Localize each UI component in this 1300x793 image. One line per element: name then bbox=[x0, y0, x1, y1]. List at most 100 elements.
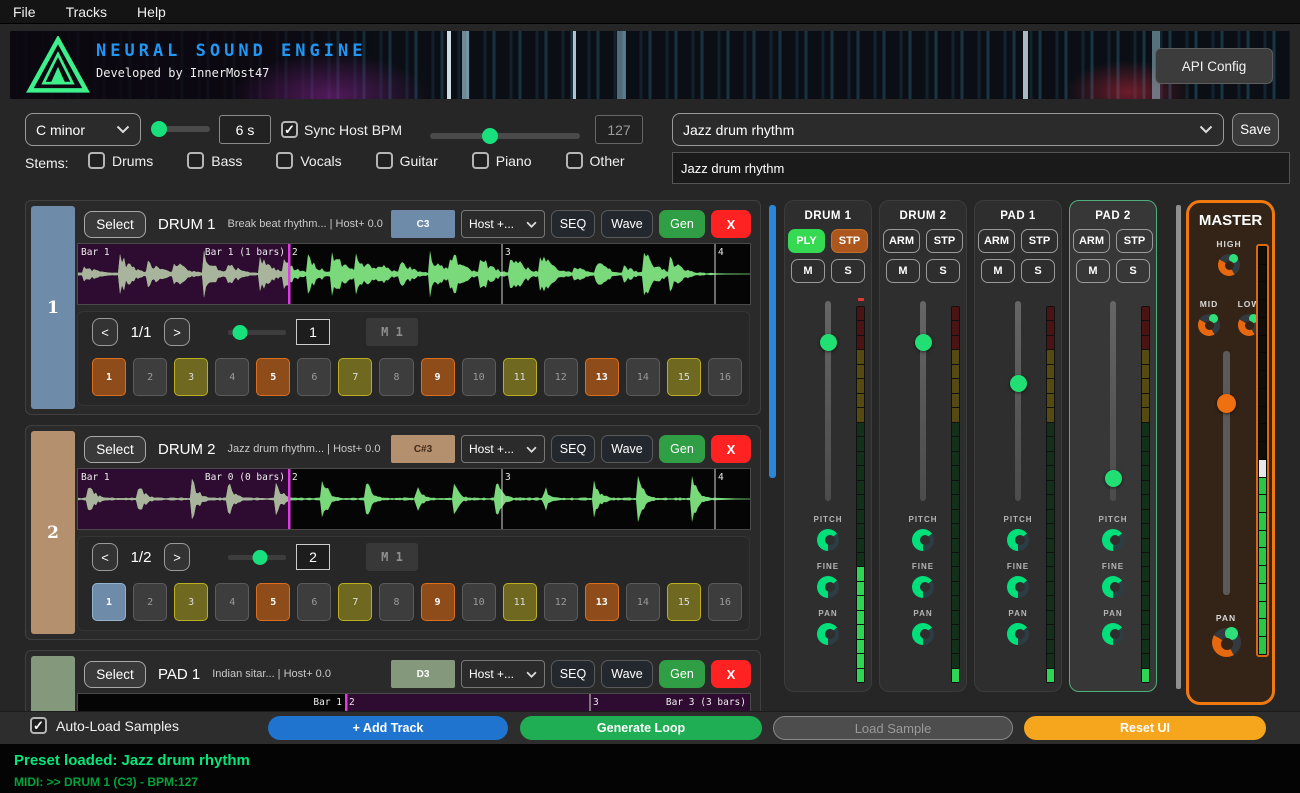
note-badge[interactable]: C#3 bbox=[391, 435, 455, 463]
waveform[interactable]: 23Bar 1Bar 3 (3 bars) bbox=[77, 693, 751, 711]
generate-loop-button[interactable]: Generate Loop bbox=[520, 716, 762, 740]
solo-button[interactable]: S bbox=[1021, 259, 1055, 283]
length-slider[interactable] bbox=[152, 126, 210, 132]
page-value[interactable]: 1 bbox=[296, 319, 330, 345]
arm-button[interactable]: ARM bbox=[978, 229, 1015, 253]
prev-page-button[interactable]: < bbox=[92, 543, 118, 571]
arm-button[interactable]: ARM bbox=[1073, 229, 1110, 253]
step-16[interactable]: 16 bbox=[708, 358, 742, 396]
step-4[interactable]: 4 bbox=[215, 358, 249, 396]
track-color-strip[interactable]: 3 bbox=[31, 656, 75, 711]
step-7[interactable]: 7 bbox=[338, 358, 372, 396]
solo-button[interactable]: S bbox=[1116, 259, 1150, 283]
delete-track-button[interactable]: X bbox=[711, 210, 751, 238]
step-16[interactable]: 16 bbox=[708, 583, 742, 621]
step-14[interactable]: 14 bbox=[626, 358, 660, 396]
volume-fader[interactable] bbox=[1015, 301, 1021, 501]
seq-button[interactable]: SEQ bbox=[551, 210, 595, 238]
step-12[interactable]: 12 bbox=[544, 358, 578, 396]
next-page-button[interactable]: > bbox=[164, 318, 190, 346]
step-1[interactable]: 1 bbox=[92, 583, 126, 621]
gen-button[interactable]: Gen bbox=[659, 435, 705, 463]
solo-button[interactable]: S bbox=[831, 259, 865, 283]
master-fader[interactable] bbox=[1223, 351, 1230, 595]
seq-button[interactable]: SEQ bbox=[551, 435, 595, 463]
pitch-knob[interactable] bbox=[912, 529, 934, 551]
step-11[interactable]: 11 bbox=[503, 358, 537, 396]
step-11[interactable]: 11 bbox=[503, 583, 537, 621]
mixer-scrollbar[interactable] bbox=[1176, 205, 1181, 689]
mute-button[interactable]: M bbox=[886, 259, 920, 283]
volume-fader[interactable] bbox=[825, 301, 831, 501]
save-button[interactable]: Save bbox=[1232, 113, 1279, 146]
mid-knob[interactable] bbox=[1198, 314, 1220, 336]
preset-select[interactable]: Jazz drum rhythm bbox=[672, 113, 1224, 146]
master-fader-knob[interactable] bbox=[1217, 394, 1236, 413]
step-7[interactable]: 7 bbox=[338, 583, 372, 621]
pitch-knob[interactable] bbox=[1007, 529, 1029, 551]
page-value[interactable]: 2 bbox=[296, 544, 330, 570]
page-slider[interactable] bbox=[228, 330, 286, 335]
ply-button[interactable]: PLY bbox=[788, 229, 825, 253]
gen-button[interactable]: Gen bbox=[659, 210, 705, 238]
step-6[interactable]: 6 bbox=[297, 583, 331, 621]
step-13[interactable]: 13 bbox=[585, 358, 619, 396]
step-5[interactable]: 5 bbox=[256, 358, 290, 396]
track-color-strip[interactable]: 2 bbox=[31, 431, 75, 634]
add-track-button[interactable]: + Add Track bbox=[268, 716, 508, 740]
api-config-button[interactable]: API Config bbox=[1155, 48, 1273, 84]
step-9[interactable]: 9 bbox=[421, 583, 455, 621]
mute-group-button[interactable]: M 1 bbox=[366, 543, 418, 571]
arm-button[interactable]: ARM bbox=[883, 229, 920, 253]
host-select[interactable]: Host +... bbox=[461, 435, 545, 463]
step-12[interactable]: 12 bbox=[544, 583, 578, 621]
wave-button[interactable]: Wave bbox=[601, 210, 653, 238]
select-button[interactable]: Select bbox=[84, 436, 146, 463]
pitch-knob[interactable] bbox=[1102, 529, 1124, 551]
volume-fader-knob[interactable] bbox=[820, 334, 837, 351]
pan-knob[interactable] bbox=[1007, 623, 1029, 645]
step-10[interactable]: 10 bbox=[462, 358, 496, 396]
select-button[interactable]: Select bbox=[84, 661, 146, 688]
step-8[interactable]: 8 bbox=[379, 583, 413, 621]
bpm-slider[interactable] bbox=[430, 133, 580, 139]
mute-button[interactable]: M bbox=[791, 259, 825, 283]
fine-knob[interactable] bbox=[912, 576, 934, 598]
stem-checkbox-bass[interactable] bbox=[187, 152, 204, 169]
wave-button[interactable]: Wave bbox=[601, 435, 653, 463]
delete-track-button[interactable]: X bbox=[711, 660, 751, 688]
step-15[interactable]: 15 bbox=[667, 583, 701, 621]
master-pan-knob[interactable] bbox=[1212, 628, 1241, 657]
pan-knob[interactable] bbox=[1102, 623, 1124, 645]
note-badge[interactable]: D3 bbox=[391, 660, 455, 688]
next-page-button[interactable]: > bbox=[164, 543, 190, 571]
mute-button[interactable]: M bbox=[981, 259, 1015, 283]
sync-checkbox[interactable] bbox=[281, 121, 298, 138]
pitch-knob[interactable] bbox=[817, 529, 839, 551]
stp-button[interactable]: STP bbox=[1021, 229, 1058, 253]
waveform[interactable]: 234Bar 1Bar 1 (1 bars) bbox=[77, 243, 751, 305]
autoload-checkbox[interactable] bbox=[30, 717, 47, 734]
wave-button[interactable]: Wave bbox=[601, 660, 653, 688]
menu-file[interactable]: File bbox=[0, 4, 51, 20]
step-4[interactable]: 4 bbox=[215, 583, 249, 621]
solo-button[interactable]: S bbox=[926, 259, 960, 283]
fine-knob[interactable] bbox=[1102, 576, 1124, 598]
select-button[interactable]: Select bbox=[84, 211, 146, 238]
seq-button[interactable]: SEQ bbox=[551, 660, 595, 688]
step-6[interactable]: 6 bbox=[297, 358, 331, 396]
step-5[interactable]: 5 bbox=[256, 583, 290, 621]
step-15[interactable]: 15 bbox=[667, 358, 701, 396]
fine-knob[interactable] bbox=[1007, 576, 1029, 598]
track-scrollbar[interactable] bbox=[769, 205, 776, 478]
volume-fader[interactable] bbox=[920, 301, 926, 501]
stem-checkbox-drums[interactable] bbox=[88, 152, 105, 169]
host-select[interactable]: Host +... bbox=[461, 210, 545, 238]
key-select[interactable]: C minor bbox=[25, 113, 141, 146]
length-value[interactable]: 6 s bbox=[219, 115, 271, 144]
page-slider[interactable] bbox=[228, 555, 286, 560]
mute-button[interactable]: M bbox=[1076, 259, 1110, 283]
stem-checkbox-guitar[interactable] bbox=[376, 152, 393, 169]
pan-knob[interactable] bbox=[912, 623, 934, 645]
stem-checkbox-other[interactable] bbox=[566, 152, 583, 169]
